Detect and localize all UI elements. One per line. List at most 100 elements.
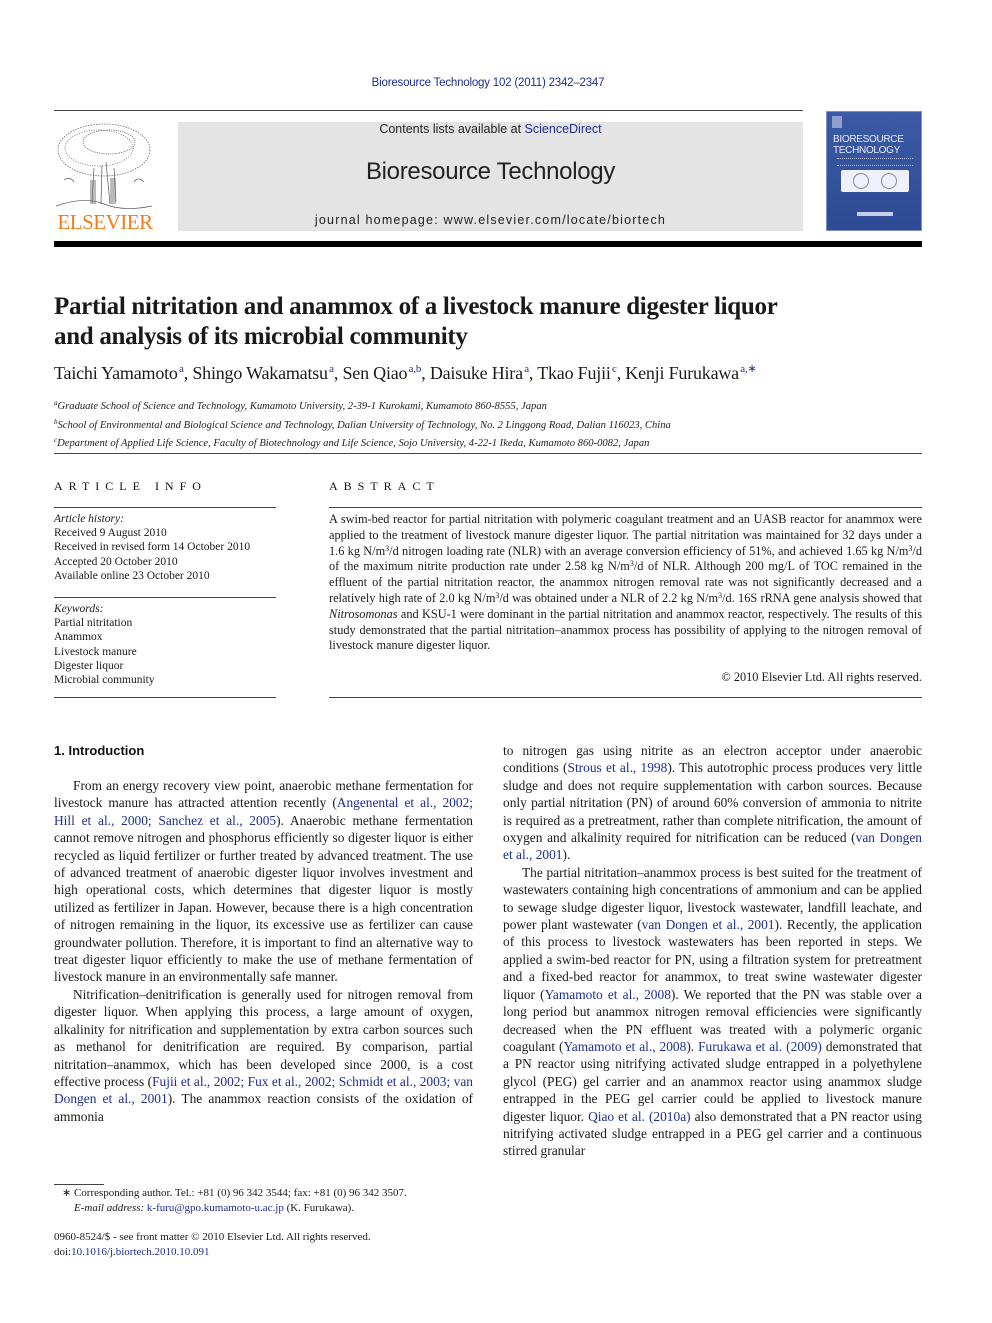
article-info-heading: ARTICLE INFO bbox=[54, 479, 207, 493]
history-item: Received in revised form 14 October 2010 bbox=[54, 541, 251, 554]
citation-link[interactable]: van Dongen et al., 2001 bbox=[642, 917, 775, 932]
abstract-fragment: /d was obtained under a NLR of 2.2 kg N/… bbox=[499, 590, 719, 605]
sciencedirect-link[interactable]: ScienceDirect bbox=[525, 122, 602, 136]
keyword: Anammox bbox=[54, 631, 103, 644]
article-info-bottom-rule bbox=[54, 697, 276, 698]
keyword: Digester liquor bbox=[54, 659, 124, 672]
author-name: Sen Qiao bbox=[342, 363, 408, 383]
keyword: Partial nitritation bbox=[54, 617, 133, 630]
contents-availability: Contents lists available at ScienceDirec… bbox=[178, 122, 803, 136]
affiliation-text: School of Environmental and Biological S… bbox=[57, 419, 671, 431]
affiliation: cDepartment of Applied Life Science, Fac… bbox=[54, 433, 934, 452]
author[interactable]: Shingo Wakamatsu a bbox=[192, 363, 334, 383]
keywords-rule bbox=[54, 597, 276, 598]
paragraph: Nitrification–denitrification is general… bbox=[54, 986, 473, 1125]
journal-homepage-link[interactable]: journal homepage: www.elsevier.com/locat… bbox=[178, 213, 803, 227]
email-suffix: (K. Furukawa). bbox=[283, 1202, 355, 1214]
article-info-rule bbox=[54, 507, 276, 508]
abstract-rule bbox=[329, 507, 922, 508]
author[interactable]: Kenji Furukawa a,∗ bbox=[625, 363, 756, 383]
citation-link[interactable]: Strous et al., 1998 bbox=[568, 760, 668, 775]
abstract-heading: ABSTRACT bbox=[329, 479, 440, 493]
asterisk-marker: ∗ bbox=[62, 1187, 72, 1199]
affiliation-text: Graduate School of Science and Technolog… bbox=[57, 401, 547, 412]
cover-elsevier-icon bbox=[832, 116, 842, 128]
author[interactable]: Taichi Yamamoto a bbox=[54, 363, 184, 383]
paragraph: The partial nitritation–anammox process … bbox=[503, 864, 922, 1160]
citation-link[interactable]: Furukawa et al. (2009) bbox=[698, 1039, 822, 1054]
abstract-fragment: /d nitrogen loading rate (NLR) with an a… bbox=[389, 543, 909, 558]
masthead-thick-rule bbox=[54, 241, 922, 247]
journal-name: Bioresource Technology bbox=[365, 158, 616, 185]
history-item: Available online 23 October 2010 bbox=[54, 569, 210, 582]
abstract-bottom-rule bbox=[329, 697, 922, 698]
author[interactable]: Sen Qiao a,b bbox=[342, 363, 421, 383]
abstract-text: A swim-bed reactor for partial nitritati… bbox=[329, 512, 922, 654]
section-heading-introduction: 1. Introduction bbox=[54, 743, 145, 758]
article-title: Partial nitritation and anammox of a liv… bbox=[54, 292, 854, 352]
journal-masthead: Contents lists available at ScienceDirec… bbox=[178, 122, 803, 231]
journal-citation-link[interactable]: Bioresource Technology 102 (2011) 2342–2… bbox=[0, 77, 976, 89]
cover-footer-icon bbox=[857, 212, 893, 216]
body-column-left: From an energy recovery view point, anae… bbox=[54, 777, 473, 1125]
affiliation: aGraduate School of Science and Technolo… bbox=[54, 396, 934, 415]
footnote-rule bbox=[54, 1184, 104, 1185]
author-list: Taichi Yamamoto a, Shingo Wakamatsu a, S… bbox=[54, 362, 934, 384]
email-line: E-mail address: k-furu@gpo.kumamoto-u.ac… bbox=[54, 1201, 494, 1216]
author-name: Daisuke Hira bbox=[429, 363, 523, 383]
citation-link[interactable]: Yamamoto et al., 2008 bbox=[563, 1039, 686, 1054]
doi-link[interactable]: 10.1016/j.biortech.2010.10.091 bbox=[71, 1246, 209, 1258]
author-name: Kenji Furukawa bbox=[625, 363, 739, 383]
elsevier-wordmark[interactable]: ELSEVIER bbox=[54, 210, 156, 234]
author-name: Shingo Wakamatsu bbox=[192, 363, 328, 383]
paragraph: From an energy recovery view point, anae… bbox=[54, 777, 473, 986]
abstract-copyright: © 2010 Elsevier Ltd. All rights reserved… bbox=[721, 670, 922, 684]
affiliation-text: Department of Applied Life Science, Facu… bbox=[57, 438, 650, 449]
corresponding-author-footnote: ∗ Corresponding author. Tel.: +81 (0) 96… bbox=[54, 1186, 494, 1216]
history-heading: Article history: bbox=[54, 513, 124, 525]
text: ). bbox=[686, 1038, 699, 1054]
article-title-line2: and analysis of its microbial community bbox=[54, 323, 468, 350]
cover-title-line2: TECHNOLOGY bbox=[833, 145, 901, 156]
citation-link[interactable]: Qiao et al. (2010a) bbox=[588, 1109, 691, 1124]
affiliation: bSchool of Environmental and Biological … bbox=[54, 415, 934, 434]
section-divider bbox=[54, 453, 922, 454]
email-link[interactable]: k-furu@gpo.kumamoto-u.ac.jp bbox=[147, 1202, 284, 1214]
history-item: Received 9 August 2010 bbox=[54, 527, 167, 540]
corresponding-text: Corresponding author. Tel.: +81 (0) 96 3… bbox=[71, 1187, 407, 1199]
cover-graphic-icon bbox=[841, 170, 909, 192]
doi-line: doi:10.1016/j.biortech.2010.10.091 bbox=[54, 1245, 494, 1260]
author-name: Tkao Fujii bbox=[537, 363, 611, 383]
author-separator: , bbox=[421, 363, 430, 383]
text: ). bbox=[562, 847, 571, 863]
email-label: E-mail address: bbox=[74, 1202, 147, 1214]
affiliation-marker[interactable]: a,∗ bbox=[740, 363, 756, 375]
abstract-fragment: /d. 16S rRNA gene analysis showed that bbox=[722, 590, 922, 605]
contents-prefix: Contents lists available at bbox=[379, 122, 525, 136]
text: ). Anaerobic methane fermentation cannot… bbox=[54, 812, 473, 985]
body-column-right: to nitrogen gas using nitrite as an elec… bbox=[503, 742, 922, 1160]
author-separator: , bbox=[528, 363, 538, 383]
history-item: Accepted 20 October 2010 bbox=[54, 555, 178, 568]
author[interactable]: Daisuke Hira a bbox=[430, 363, 529, 383]
article-history: Article history: Received 9 August 2010 … bbox=[54, 512, 279, 583]
cover-subtitle-lines bbox=[837, 158, 913, 166]
keyword: Microbial community bbox=[54, 674, 155, 687]
affiliation-list: aGraduate School of Science and Technolo… bbox=[54, 396, 934, 452]
journal-cover-thumbnail[interactable]: BIORESOURCE TECHNOLOGY bbox=[826, 111, 922, 231]
front-matter: 0960-8524/$ - see front matter © 2010 El… bbox=[54, 1230, 494, 1260]
citation-link[interactable]: Yamamoto et al., 2008 bbox=[545, 987, 671, 1002]
author-separator: , bbox=[616, 363, 626, 383]
keywords-heading: Keywords: bbox=[54, 603, 104, 615]
abstract-fragment: and KSU-1 were dominant in the partial n… bbox=[329, 606, 922, 653]
author[interactable]: Tkao Fujii c bbox=[537, 363, 617, 383]
cover-title: BIORESOURCE TECHNOLOGY bbox=[833, 134, 904, 156]
affiliation-marker[interactable]: a,b bbox=[409, 363, 422, 375]
author-name: Taichi Yamamoto bbox=[54, 363, 178, 383]
organism-name: Nitrosomonas bbox=[329, 606, 398, 621]
corresponding-author-line: ∗ Corresponding author. Tel.: +81 (0) 96… bbox=[54, 1186, 494, 1201]
header-rule bbox=[54, 110, 803, 111]
doi-label: doi: bbox=[54, 1246, 72, 1258]
issn-line: 0960-8524/$ - see front matter © 2010 El… bbox=[54, 1231, 371, 1243]
paragraph: to nitrogen gas using nitrite as an elec… bbox=[503, 742, 922, 864]
